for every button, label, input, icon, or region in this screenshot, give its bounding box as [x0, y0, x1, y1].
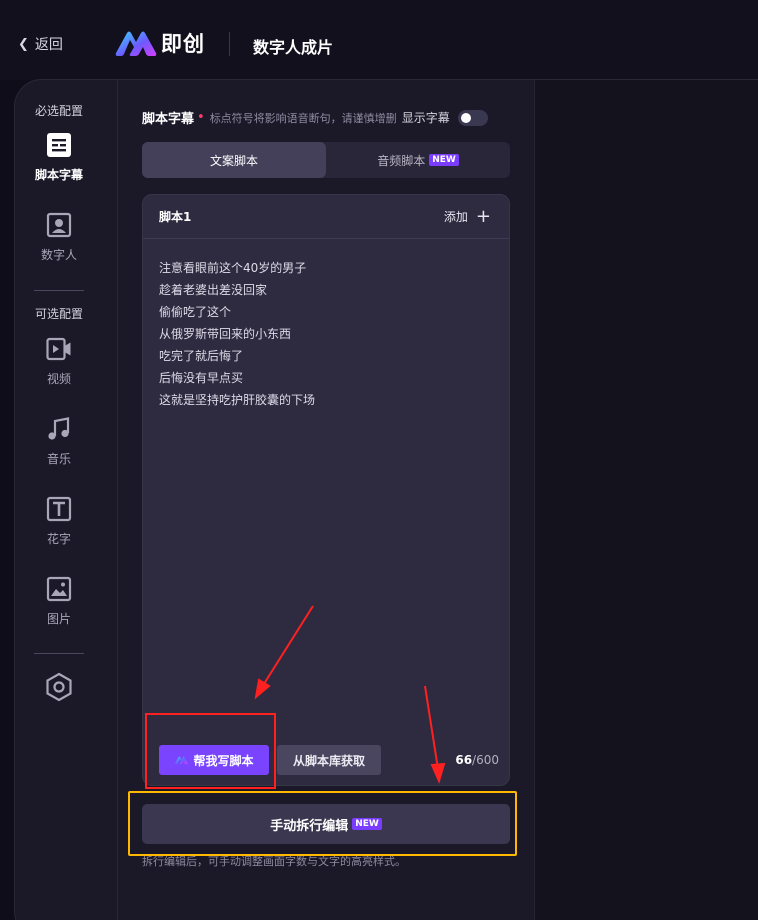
ai-write-script-button[interactable]: 帮我写脚本: [159, 745, 269, 775]
section-header: 脚本字幕 • 标点符号将影响语音断句，请谨慎增删 显示字幕: [142, 108, 488, 127]
add-script-button[interactable]: 添加 +: [443, 205, 491, 227]
new-badge: NEW: [352, 818, 382, 830]
script-line: 注意看眼前这个40岁的男子: [159, 261, 307, 275]
tab-label: 文案脚本: [209, 153, 258, 168]
char-count-current: 66: [455, 753, 473, 767]
sidebar-item-label: 视频: [46, 372, 71, 386]
char-count-max: /600: [472, 753, 499, 767]
sidebar-item-settings[interactable]: [14, 672, 104, 710]
show-subtitle-label: 显示字幕: [401, 111, 450, 125]
required-section-label: 必选配置: [34, 104, 83, 118]
sidebar-item-music[interactable]: 音乐: [14, 416, 104, 467]
video-icon: [46, 337, 71, 361]
sidebar-item-script[interactable]: 脚本字幕: [14, 132, 104, 183]
logo-mark-icon: [115, 31, 157, 56]
manual-button-label: 手动拆行编辑: [270, 818, 349, 834]
back-button[interactable]: ❮ 返回: [18, 34, 63, 54]
script-textarea[interactable]: 注意看眼前这个40岁的男子 趁着老婆出差没回家 偷偷吃了这个 从俄罗斯带回来的小…: [159, 257, 495, 411]
section-hint: 标点符号将影响语音断句，请谨慎增删: [209, 111, 397, 125]
sidebar-item-label: 音乐: [46, 452, 71, 466]
ai-logo-icon: [175, 756, 189, 765]
script-line: 偷偷吃了这个: [159, 305, 232, 319]
rail-separator: [34, 290, 84, 291]
sidebar-item-text-style[interactable]: 花字: [14, 496, 104, 547]
chevron-left-icon: ❮: [18, 36, 29, 52]
char-counter: 66/600: [455, 753, 499, 767]
manual-edit-description: 拆行编辑后，可手动调整画面字数与文字的高亮样式。: [142, 855, 406, 868]
image-icon: [46, 576, 72, 602]
settings-hexagon-icon: [46, 672, 72, 702]
optional-section-label: 可选配置: [34, 307, 83, 321]
sidebar-item-label: 图片: [46, 612, 71, 626]
page-title: 数字人成片: [253, 38, 334, 57]
text-style-icon: [46, 496, 72, 522]
script-title: 脚本1: [159, 210, 192, 224]
sidebar-item-avatar[interactable]: 数字人: [14, 212, 104, 263]
top-header: ❮ 返回 即创 数字人成片: [0, 0, 758, 80]
script-subtitle-icon: [47, 133, 71, 157]
rail-separator: [34, 653, 84, 654]
sidebar-item-label: 花字: [46, 532, 71, 546]
manual-line-edit-button[interactable]: 手动拆行编辑 NEW: [142, 804, 510, 844]
script-line: 从俄罗斯带回来的小东西: [159, 327, 292, 341]
tab-audio-script[interactable]: 音频脚本 NEW: [326, 142, 510, 178]
new-badge: NEW: [429, 154, 459, 166]
app-logo: 即创: [113, 27, 205, 59]
script-line: 这就是坚持吃护肝胶囊的下场: [159, 393, 316, 407]
script-card: 脚本1 添加 + 注意看眼前这个40岁的男子 趁着老婆出差没回家 偷偷吃了这个 …: [142, 194, 510, 786]
preview-area: [534, 80, 758, 920]
tab-label: 音频脚本: [377, 153, 426, 168]
tab-text-script[interactable]: 文案脚本: [142, 142, 326, 178]
plus-icon: +: [475, 205, 491, 227]
script-panel: 脚本字幕 • 标点符号将影响语音断句，请谨慎增删 显示字幕 文案脚本 音频脚本 …: [118, 80, 534, 920]
ai-button-label: 帮我写脚本: [193, 753, 254, 768]
sidebar-item-label: 数字人: [40, 248, 77, 262]
section-title: 脚本字幕: [142, 112, 195, 127]
back-label: 返回: [34, 37, 63, 53]
script-line: 吃完了就后悔了: [159, 349, 244, 363]
header-divider: [229, 32, 230, 56]
show-subtitle-toggle[interactable]: [457, 109, 488, 126]
script-type-tabs: 文案脚本 音频脚本 NEW: [142, 142, 510, 178]
script-library-button[interactable]: 从脚本库获取: [277, 745, 381, 775]
music-icon: [48, 417, 70, 440]
avatar-icon: [46, 212, 72, 238]
add-label: 添加: [443, 210, 468, 224]
config-sidebar: 必选配置 脚本字幕 数字人 可选配置 视频 音乐 花字 图片: [14, 80, 118, 920]
logo-text: 即创: [161, 32, 205, 56]
sidebar-item-image[interactable]: 图片: [14, 576, 104, 627]
script-card-header: 脚本1 添加 +: [143, 195, 509, 239]
sidebar-item-video[interactable]: 视频: [14, 336, 104, 387]
sidebar-item-label: 脚本字幕: [34, 168, 83, 182]
script-line: 趁着老婆出差没回家: [159, 283, 268, 297]
script-line: 后悔没有早点买: [159, 371, 244, 385]
required-mark: •: [197, 110, 205, 125]
library-button-label: 从脚本库获取: [292, 753, 365, 768]
script-card-footer: 帮我写脚本 从脚本库获取 66/600: [159, 745, 499, 775]
